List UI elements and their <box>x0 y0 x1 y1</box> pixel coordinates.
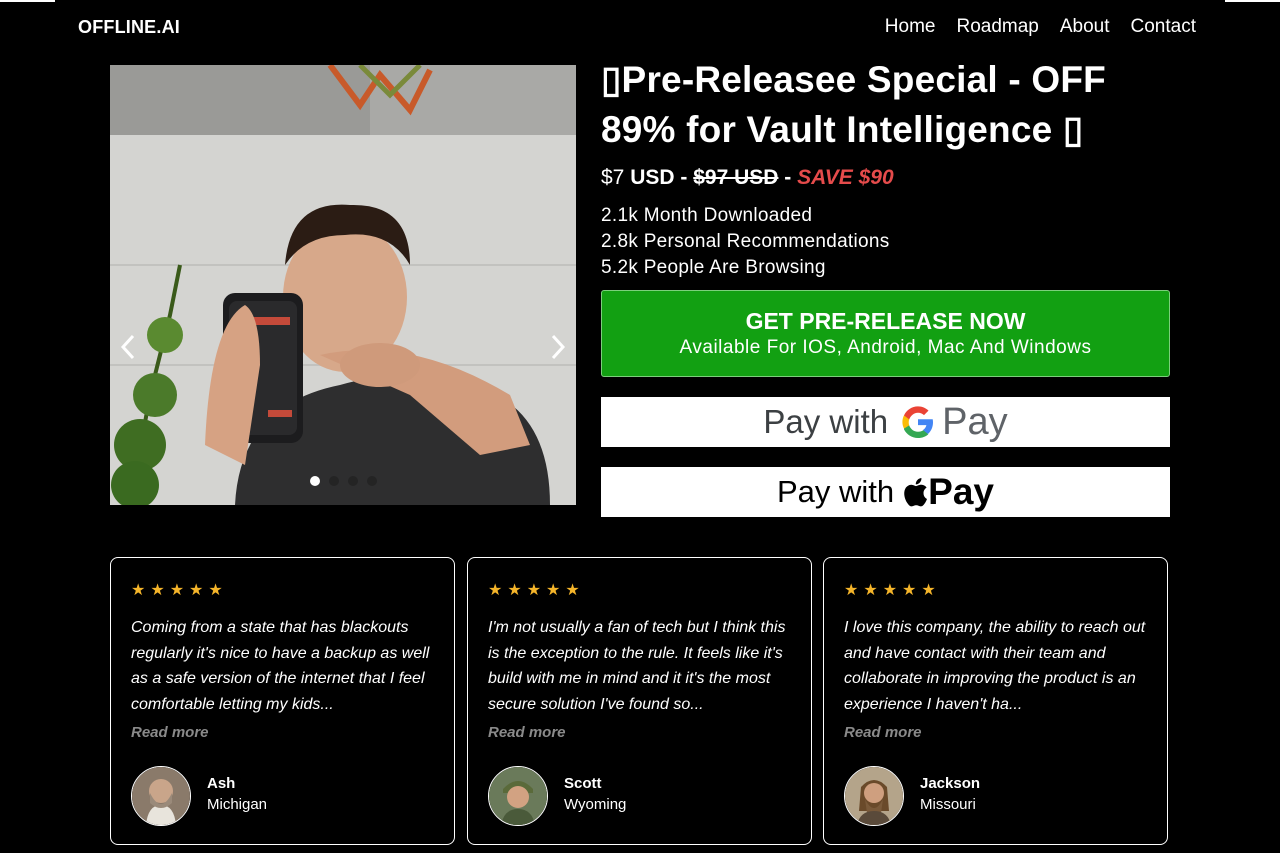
carousel-indicators <box>110 476 576 486</box>
star-rating: ★★★★★ <box>131 582 228 599</box>
cta-title: GET PRE-RELEASE NOW <box>745 308 1026 334</box>
navbar: OFFLINE.AI Home Roadmap About Contact <box>0 0 1280 56</box>
reviewer-name: Jackson <box>920 775 981 792</box>
price-old: $97 USD <box>693 166 779 189</box>
review-card: ★★★★★ I'm not usually a fan of tech but … <box>467 557 812 845</box>
star-rating: ★★★★★ <box>844 582 941 599</box>
product-info: ▯Pre-Releasee Special - OFF 89% for Vaul… <box>601 55 1181 281</box>
avatar <box>488 766 548 826</box>
price-line: $7 USD - $97 USD - SAVE $90 <box>601 166 1181 190</box>
carousel-indicator-3[interactable] <box>347 476 358 486</box>
get-pre-release-button[interactable]: GET PRE-RELEASE NOW Available For IOS, A… <box>601 290 1170 377</box>
stat-recommendations: 2.8k Personal Recommendations <box>601 231 890 252</box>
review-card: ★★★★★ I love this company, the ability t… <box>823 557 1168 845</box>
carousel-indicator-1[interactable] <box>309 476 320 486</box>
reviewer-name: Ash <box>207 775 236 792</box>
carousel-next-button[interactable] <box>550 333 566 361</box>
google-g-icon <box>902 406 934 438</box>
product-title: ▯Pre-Releasee Special - OFF 89% for Vaul… <box>601 59 1106 150</box>
nav-links: Home Roadmap About Contact <box>885 16 1196 38</box>
carousel-indicator-2[interactable] <box>328 476 339 486</box>
chevron-right-icon <box>551 334 566 360</box>
nav-link-about[interactable]: About <box>1060 16 1110 38</box>
review-text: I love this company, the ability to reac… <box>844 619 1146 713</box>
star-rating: ★★★★★ <box>488 582 585 599</box>
brand-logo[interactable]: OFFLINE.AI <box>78 17 180 38</box>
reviewer-location: Missouri <box>920 796 976 813</box>
nav-link-home[interactable]: Home <box>885 16 936 38</box>
nav-link-roadmap[interactable]: Roadmap <box>956 16 1038 38</box>
price-separator: - <box>680 166 688 189</box>
price-new: $7 <box>601 166 625 189</box>
apple-logo-icon <box>904 478 928 507</box>
nav-link-contact[interactable]: Contact <box>1131 16 1196 38</box>
apple-pay-prefix: Pay with <box>776 474 895 509</box>
avatar <box>131 766 191 826</box>
cta-subtitle: Available For IOS, Android, Mac And Wind… <box>679 337 1092 358</box>
review-card: ★★★★★ Coming from a state that has black… <box>110 557 455 845</box>
read-more-link[interactable]: Read more <box>844 724 922 741</box>
product-stats: 2.1k Month Downloaded 2.8k Personal Reco… <box>601 203 1181 281</box>
reviewer-location: Wyoming <box>564 796 627 813</box>
price-separator-2: - <box>784 166 792 189</box>
carousel-prev-button[interactable] <box>120 333 136 361</box>
apple-pay-suffix: Pay <box>928 471 994 512</box>
review-text: I'm not usually a fan of tech but I thin… <box>488 619 786 713</box>
apple-pay-button[interactable]: Pay with Pay <box>601 467 1170 517</box>
reviewer-location: Michigan <box>207 796 268 813</box>
google-pay-suffix: Pay <box>942 400 1008 443</box>
google-pay-button[interactable]: Pay with Pay <box>601 397 1170 447</box>
product-carousel[interactable] <box>110 65 576 505</box>
price-currency: USD <box>630 166 675 189</box>
stat-browsing: 5.2k People Are Browsing <box>601 257 826 278</box>
stat-downloads: 2.1k Month Downloaded <box>601 205 813 226</box>
read-more-link[interactable]: Read more <box>131 724 209 741</box>
reviewer-name: Scott <box>564 775 602 792</box>
chevron-left-icon <box>120 334 135 360</box>
read-more-link[interactable]: Read more <box>488 724 566 741</box>
google-pay-prefix: Pay with <box>763 403 889 440</box>
review-text: Coming from a state that has blackouts r… <box>131 619 430 713</box>
savings-badge: SAVE $90 <box>797 166 894 189</box>
carousel-indicator-4[interactable] <box>366 476 377 486</box>
carousel-slide-image <box>110 65 576 505</box>
avatar <box>844 766 904 826</box>
